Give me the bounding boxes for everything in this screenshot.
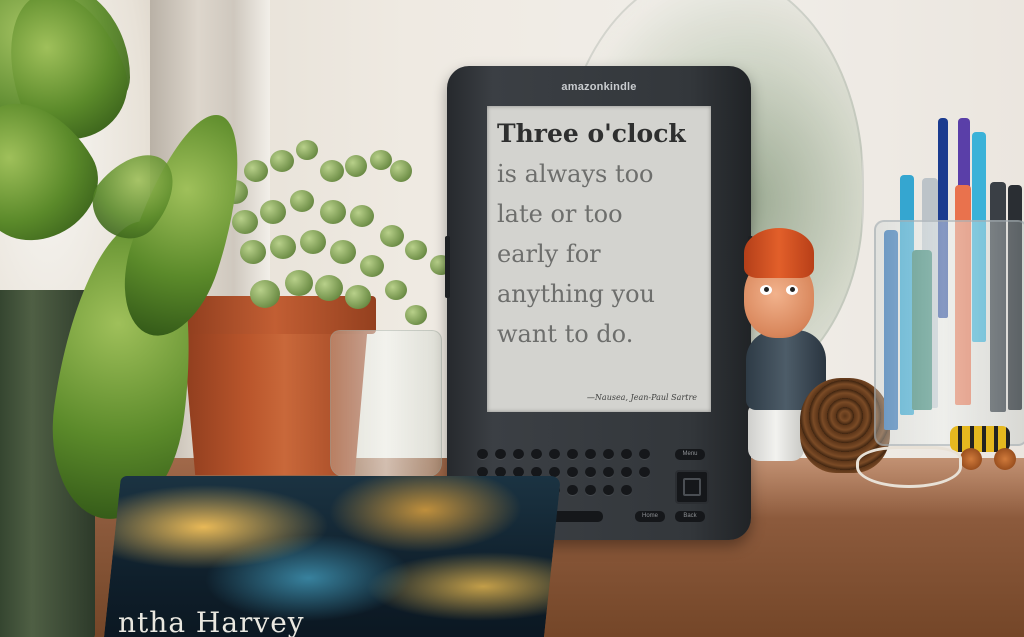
keyboard-key[interactable] [585, 467, 596, 477]
keyboard-key[interactable] [567, 485, 578, 495]
keyboard-key[interactable] [513, 449, 524, 459]
quote-attribution: —Nausea, Jean-Paul Sartre [586, 393, 697, 402]
keyboard-key[interactable] [477, 449, 488, 459]
quote-line-6: want to do. [497, 320, 634, 348]
quote-line-5: anything you [497, 280, 656, 308]
keyboard-key[interactable] [603, 467, 614, 477]
screen-quote: Three o'clock is always too late or too … [497, 114, 707, 354]
kindle-ereader[interactable]: amazonkindle Three o'clock is always too… [445, 66, 753, 540]
glass-jar [874, 220, 1024, 446]
quote-line-2: is always too [497, 160, 654, 188]
left-page-turn-button[interactable] [445, 236, 450, 298]
quote-line-1: Three o'clock [497, 119, 686, 148]
eink-screen: Three o'clock is always too late or too … [487, 106, 711, 412]
keyboard-key[interactable] [495, 449, 506, 459]
string-cord [856, 446, 962, 488]
quote-line-3: late or too [497, 200, 623, 228]
keyboard-key[interactable] [549, 449, 560, 459]
keyboard-key[interactable] [621, 467, 632, 477]
keyboard-key[interactable] [639, 467, 650, 477]
kindle-brand-logo: amazonkindle [561, 81, 637, 93]
menu-key[interactable]: Menu [675, 449, 705, 460]
keyboard-key[interactable] [585, 485, 596, 495]
keyboard-key[interactable] [567, 449, 578, 459]
back-key[interactable]: Back [675, 511, 705, 522]
keyboard-key[interactable] [531, 449, 542, 459]
book-author-text: ntha Harvey [118, 606, 305, 637]
keyboard-key[interactable] [585, 449, 596, 459]
five-way-controller[interactable] [675, 470, 709, 504]
keyboard-key[interactable] [603, 449, 614, 459]
keyboard-key[interactable] [567, 467, 578, 477]
glass-vase [330, 330, 442, 477]
keyboard-key[interactable] [621, 449, 632, 459]
home-key[interactable]: Home [635, 511, 665, 522]
keyboard-key[interactable] [621, 485, 632, 495]
keyboard-key[interactable] [603, 485, 614, 495]
quote-line-4: early for [497, 240, 601, 268]
keyboard-key[interactable] [639, 449, 650, 459]
photo-scene: amazonkindle Three o'clock is always too… [0, 0, 1024, 637]
